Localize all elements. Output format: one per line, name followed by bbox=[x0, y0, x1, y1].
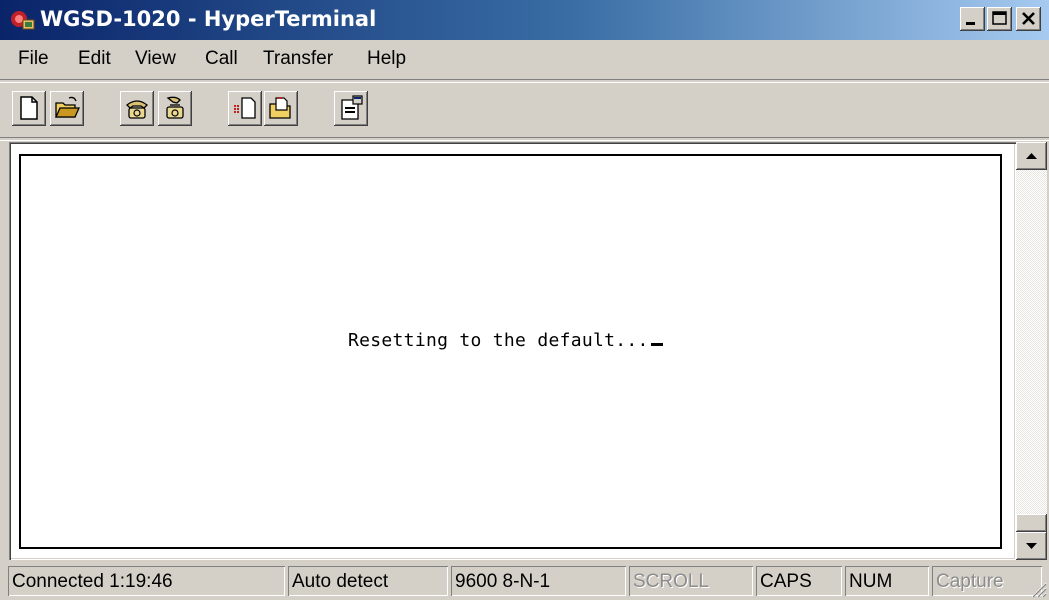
minimize-icon bbox=[966, 22, 975, 25]
toolbar bbox=[0, 83, 1049, 135]
menu-file[interactable]: File bbox=[18, 48, 49, 70]
receive-file-icon bbox=[269, 97, 291, 119]
terminal-line: Resetting to the default... bbox=[348, 330, 649, 351]
phone-disconnect-icon bbox=[166, 96, 184, 119]
menu-call[interactable]: Call bbox=[205, 48, 238, 70]
arrow-up-icon bbox=[1026, 153, 1037, 159]
maximize-icon bbox=[992, 11, 1007, 25]
scroll-thumb[interactable] bbox=[1016, 514, 1047, 532]
resize-grip-icon[interactable] bbox=[1029, 580, 1047, 598]
menu-edit[interactable]: Edit bbox=[78, 48, 111, 70]
new-document-icon bbox=[20, 96, 38, 120]
menu-bar: File Edit View Call Transfer Help bbox=[0, 42, 1049, 76]
menu-view[interactable]: View bbox=[135, 48, 176, 70]
title-bar[interactable]: WGSD-1020 - HyperTerminal bbox=[0, 0, 1049, 40]
terminal-output: Resetting to the default... bbox=[348, 330, 663, 351]
status-connection: Connected 1:19:46 bbox=[8, 566, 285, 596]
disconnect-button[interactable] bbox=[158, 91, 192, 126]
terminal-screen[interactable]: Resetting to the default... bbox=[19, 154, 1002, 549]
scroll-down-button[interactable] bbox=[1016, 532, 1047, 560]
vertical-scrollbar[interactable] bbox=[1016, 142, 1047, 560]
status-num: NUM bbox=[845, 566, 929, 596]
scroll-up-button[interactable] bbox=[1016, 142, 1047, 170]
receive-button[interactable] bbox=[264, 91, 298, 126]
status-scroll: SCROLL bbox=[629, 566, 753, 596]
close-icon bbox=[1022, 12, 1035, 25]
status-capture: Capture bbox=[932, 566, 1042, 596]
hyperterminal-window: WGSD-1020 - HyperTerminal File Edit View… bbox=[0, 0, 1049, 600]
status-emulation: Auto detect bbox=[288, 566, 448, 596]
send-file-icon bbox=[234, 97, 256, 119]
status-caps: CAPS bbox=[756, 566, 842, 596]
text-cursor bbox=[650, 343, 663, 346]
status-port-settings: 9600 8-N-1 bbox=[451, 566, 626, 596]
window-title: WGSD-1020 - HyperTerminal bbox=[40, 7, 377, 31]
properties-button[interactable] bbox=[334, 91, 368, 126]
arrow-down-icon bbox=[1026, 543, 1037, 549]
hyperterminal-app-icon[interactable] bbox=[8, 6, 36, 34]
toolbar-separator bbox=[0, 137, 1049, 141]
minimize-button[interactable] bbox=[960, 7, 985, 31]
properties-icon bbox=[341, 95, 363, 120]
menu-help[interactable]: Help bbox=[367, 48, 406, 70]
menu-transfer[interactable]: Transfer bbox=[263, 48, 333, 70]
status-bar: Connected 1:19:46 Auto detect 9600 8-N-1… bbox=[0, 563, 1049, 600]
connect-button[interactable] bbox=[120, 91, 154, 126]
send-button[interactable] bbox=[228, 91, 262, 126]
restore-button[interactable] bbox=[987, 7, 1012, 31]
new-connection-button[interactable] bbox=[12, 91, 46, 126]
open-button[interactable] bbox=[50, 91, 84, 126]
open-folder-icon bbox=[54, 96, 80, 118]
phone-connect-icon bbox=[126, 100, 148, 119]
scroll-track[interactable] bbox=[1016, 170, 1047, 532]
close-button[interactable] bbox=[1016, 7, 1041, 31]
